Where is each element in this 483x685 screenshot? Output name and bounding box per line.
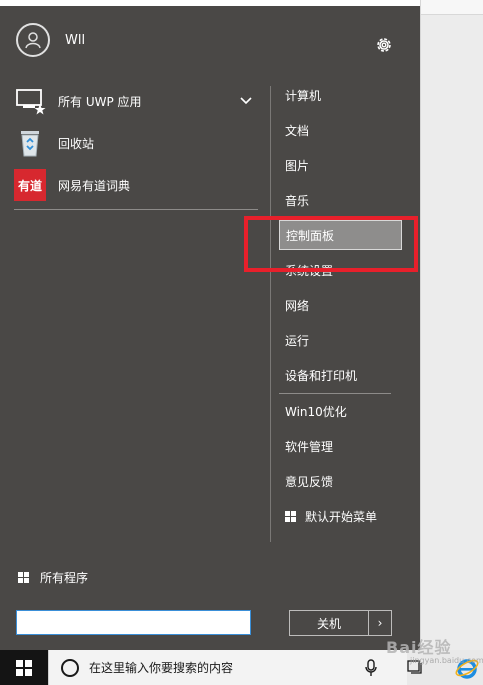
- app-item-uwp[interactable]: 所有 UWP 应用: [14, 80, 258, 122]
- start-menu: Wll 所有 UWP 应用 回收站 有道 网易有道词典 计算机 文档 图片 音乐…: [0, 6, 420, 650]
- app-label-youdao: 网易有道词典: [58, 178, 131, 193]
- right-item-feedback[interactable]: 意见反馈: [279, 464, 405, 499]
- recycle-bin-icon: [14, 127, 46, 159]
- app-list: 所有 UWP 应用 回收站 有道 网易有道词典: [14, 80, 258, 206]
- right-item-pictures[interactable]: 图片: [279, 148, 405, 183]
- gear-icon[interactable]: [373, 34, 395, 56]
- right-item-run[interactable]: 运行: [279, 323, 405, 358]
- column-divider: [270, 86, 271, 542]
- user-avatar-icon: [16, 23, 50, 57]
- youdao-dict-icon: 有道: [14, 169, 46, 201]
- app-item-youdao[interactable]: 有道 网易有道词典: [14, 164, 258, 206]
- app-label-recycle-bin: 回收站: [58, 136, 95, 151]
- all-programs[interactable]: 所有程序: [18, 569, 88, 586]
- taskbar-search-placeholder: 在这里输入你要搜索的内容: [89, 661, 234, 675]
- left-divider: [14, 209, 258, 210]
- right-item-music[interactable]: 音乐: [279, 183, 405, 218]
- start-search-input[interactable]: [16, 610, 251, 635]
- right-item-documents[interactable]: 文档: [279, 113, 405, 148]
- cortana-icon: [61, 658, 79, 677]
- windows-logo-icon: [285, 510, 297, 523]
- all-programs-icon: [18, 571, 30, 584]
- desktop-background: [420, 0, 483, 650]
- annotation-highlight-box: [244, 216, 418, 272]
- windows-logo-icon: [16, 659, 32, 676]
- default-start-menu-label: 默认开始菜单: [305, 510, 378, 524]
- watermark: Bai经验: [386, 638, 452, 657]
- user-account[interactable]: Wll: [16, 23, 85, 57]
- youdao-logo-text: 有道: [17, 178, 42, 193]
- uwp-apps-icon: [14, 85, 46, 117]
- right-item-software-manager[interactable]: 软件管理: [279, 429, 405, 464]
- user-name: Wll: [65, 32, 86, 48]
- shutdown-options-button[interactable]: ›: [368, 610, 392, 636]
- shutdown-button[interactable]: 关机: [289, 610, 369, 636]
- right-item-win10-optimize[interactable]: Win10优化: [279, 394, 405, 429]
- watermark-url: jingyan.baidu.com: [410, 656, 483, 665]
- start-button[interactable]: [0, 650, 48, 685]
- right-item-network[interactable]: 网络: [279, 288, 405, 323]
- app-label-uwp: 所有 UWP 应用: [58, 94, 142, 109]
- taskbar-search[interactable]: 在这里输入你要搜索的内容: [48, 650, 407, 685]
- desktop-window-edge: [421, 0, 483, 15]
- right-item-default-start-menu[interactable]: 默认开始菜单: [279, 499, 405, 534]
- microphone-icon[interactable]: [364, 659, 378, 681]
- app-item-recycle-bin[interactable]: 回收站: [14, 122, 258, 164]
- chevron-down-icon[interactable]: [240, 94, 252, 108]
- right-menu: 计算机 文档 图片 音乐 控制面板 系统设置 网络 运行 设备和打印机 Win1…: [279, 78, 405, 534]
- right-item-computer[interactable]: 计算机: [279, 78, 405, 113]
- all-programs-label: 所有程序: [40, 571, 89, 585]
- right-item-devices-printers[interactable]: 设备和打印机: [279, 358, 405, 393]
